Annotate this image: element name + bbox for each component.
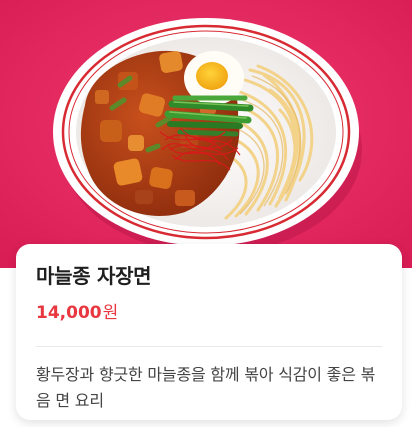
jajangmyeon-illustration <box>0 0 412 268</box>
menu-item-name: 마늘종 자장면 <box>36 264 152 288</box>
price-row: 14,000원 <box>36 300 382 326</box>
menu-item-description: 황두장과 향긋한 마늘종을 함께 볶아 식감이 좋은 볶음 면 요리 <box>36 365 376 410</box>
food-photo <box>0 0 412 268</box>
menu-item-price: 14,000 <box>36 303 102 323</box>
price-currency: 원 <box>102 303 119 323</box>
menu-item-card[interactable]: 마늘종 자장면 14,000원 황두장과 향긋한 마늘종을 함께 볶아 식감이 … <box>16 244 402 420</box>
menu-item-page: 마늘종 자장면 14,000원 황두장과 향긋한 마늘종을 함께 볶아 식감이 … <box>0 0 412 427</box>
divider <box>36 346 382 347</box>
